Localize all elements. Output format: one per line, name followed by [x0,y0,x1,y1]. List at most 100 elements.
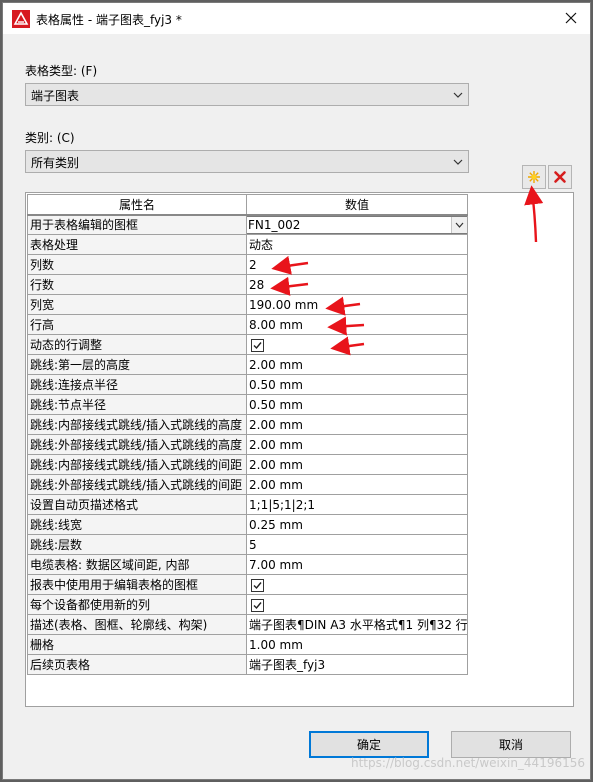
table-row[interactable]: 设置自动页描述格式 1;1|5;1|2;1 [27,494,468,515]
property-name-cell: 列宽 [27,294,247,315]
property-value-cell[interactable]: 190.00 mm [246,294,468,315]
sun-star-icon [528,171,540,183]
table-row[interactable]: 跳线:层数 5 [27,534,468,555]
property-value-cell[interactable]: 2.00 mm [246,454,468,475]
property-value-cell[interactable]: 2.00 mm [246,474,468,495]
table-type-value: 端子图表 [31,89,80,103]
table-row[interactable]: 行高 8.00 mm [27,314,468,335]
table-row[interactable]: 描述(表格、图框、轮廓线、构架) 端子图表¶DIN A3 水平格式¶1 列¶32 … [27,614,468,635]
property-value-cell[interactable]: 端子图表¶DIN A3 水平格式¶1 列¶32 行 [246,614,468,635]
property-name-cell: 栅格 [27,634,247,655]
table-row[interactable]: 跳线:节点半径 0.50 mm [27,394,468,415]
table-row[interactable]: 跳线:连接点半径 0.50 mm [27,374,468,395]
property-name-cell: 用于表格编辑的图框 [27,214,247,235]
property-name-cell: 每个设备都使用新的列 [27,594,247,615]
table-row[interactable]: 列宽 190.00 mm [27,294,468,315]
table-row[interactable]: 栅格 1.00 mm [27,634,468,655]
property-value-cell[interactable]: 0.50 mm [246,394,468,415]
property-value-cell[interactable]: 2 [246,254,468,275]
property-value-dropdown[interactable]: FN1_002 [246,214,468,235]
dropdown-button[interactable] [451,216,467,233]
property-value-cell[interactable]: 8.00 mm [246,314,468,335]
property-value-cell[interactable]: 0.50 mm [246,374,468,395]
property-value-cell[interactable]: 端子图表_fyj3 [246,654,468,675]
column-header-property-name[interactable]: 属性名 [27,194,247,216]
delete-property-button[interactable] [548,165,572,189]
table-row[interactable]: 动态的行调整 [27,334,468,355]
title-bar: 表格属性 - 端子图表_fyj3 * [3,3,590,34]
table-properties-dialog: 表格属性 - 端子图表_fyj3 * 表格类型: (F) 端子图表 类别: (C… [2,2,591,780]
checkmark-icon [253,601,262,609]
table-row[interactable]: 后续页表格 端子图表_fyj3 [27,654,468,675]
cancel-button[interactable]: 取消 [451,731,571,758]
table-row[interactable]: 列数 2 [27,254,468,275]
property-name-cell: 行高 [27,314,247,335]
close-icon [565,12,577,24]
property-value-cell[interactable]: 2.00 mm [246,434,468,455]
checkmark-icon [253,581,262,589]
property-name-cell: 跳线:节点半径 [27,394,247,415]
property-value-cell[interactable]: 2.00 mm [246,414,468,435]
table-row[interactable]: 跳线:外部接线式跳线/插入式跳线的间距 2.00 mm [27,474,468,495]
chevron-down-icon [453,159,463,165]
property-value-cell[interactable]: 0.25 mm [246,514,468,535]
table-row[interactable]: 报表中使用用于编辑表格的图框 [27,574,468,595]
property-name-cell: 行数 [27,274,247,295]
property-name-cell: 跳线:内部接线式跳线/插入式跳线的间距 [27,454,247,475]
column-header-value[interactable]: 数值 [246,194,468,216]
property-name-cell: 设置自动页描述格式 [27,494,247,515]
property-grid: 属性名 数值 用于表格编辑的图框 FN1_002 表格处理 动态 列数 2 行数 28 列宽 19… [25,192,574,707]
red-x-icon [554,171,566,183]
checkbox[interactable] [251,338,264,352]
window-title: 表格属性 - 端子图表_fyj3 * [36,13,182,27]
category-select[interactable]: 所有类别 [25,150,469,173]
ok-button[interactable]: 确定 [309,731,429,758]
checkbox[interactable] [251,598,264,612]
table-row[interactable]: 用于表格编辑的图框 FN1_002 [27,214,468,235]
property-value-cell[interactable]: 5 [246,534,468,555]
table-row[interactable]: 表格处理 动态 [27,234,468,255]
property-name-cell: 动态的行调整 [27,334,247,355]
checkbox[interactable] [251,578,264,592]
table-row[interactable]: 跳线:外部接线式跳线/插入式跳线的高度 2.00 mm [27,434,468,455]
property-name-cell: 跳线:连接点半径 [27,374,247,395]
property-name-cell: 电缆表格: 数据区域间距, 内部 [27,554,247,575]
property-value-cell[interactable]: 1.00 mm [246,634,468,655]
property-name-cell: 跳线:线宽 [27,514,247,535]
checkmark-icon [253,341,262,349]
frame-select[interactable]: FN1_002 [247,215,467,234]
table-row[interactable]: 跳线:第一层的高度 2.00 mm [27,354,468,375]
property-name-cell: 跳线:外部接线式跳线/插入式跳线的高度 [27,434,247,455]
property-value-cell[interactable]: 动态 [246,234,468,255]
table-type-select[interactable]: 端子图表 [25,83,469,106]
property-value-checkbox-cell[interactable] [246,334,468,355]
category-label: 类别: (C) [25,131,75,145]
property-value-cell[interactable]: 1;1|5;1|2;1 [246,494,468,515]
property-name-cell: 跳线:外部接线式跳线/插入式跳线的间距 [27,474,247,495]
property-name-cell: 跳线:内部接线式跳线/插入式跳线的高度 [27,414,247,435]
eplan-app-icon [12,10,30,28]
watermark-text: https://blog.csdn.net/weixin_44196156 [350,756,585,770]
property-name-cell: 报表中使用用于编辑表格的图框 [27,574,247,595]
new-property-button[interactable] [522,165,546,189]
property-name-cell: 跳线:层数 [27,534,247,555]
property-name-cell: 跳线:第一层的高度 [27,354,247,375]
table-row[interactable]: 电缆表格: 数据区域间距, 内部 7.00 mm [27,554,468,575]
property-value-cell[interactable]: 28 [246,274,468,295]
property-value-cell[interactable]: 2.00 mm [246,354,468,375]
frame-select-value: FN1_002 [248,217,301,232]
table-row[interactable]: 每个设备都使用新的列 [27,594,468,615]
chevron-down-icon [453,92,463,98]
close-button[interactable] [560,7,582,29]
table-row[interactable]: 跳线:内部接线式跳线/插入式跳线的高度 2.00 mm [27,414,468,435]
table-row[interactable]: 跳线:内部接线式跳线/插入式跳线的间距 2.00 mm [27,454,468,475]
chevron-down-icon [455,222,464,228]
property-value-checkbox-cell[interactable] [246,574,468,595]
table-type-label: 表格类型: (F) [25,64,98,78]
property-name-cell: 后续页表格 [27,654,247,675]
property-value-cell[interactable]: 7.00 mm [246,554,468,575]
property-table: 属性名 数值 用于表格编辑的图框 FN1_002 表格处理 动态 列数 2 行数 28 列宽 19… [27,194,468,675]
property-value-checkbox-cell[interactable] [246,594,468,615]
table-row[interactable]: 跳线:线宽 0.25 mm [27,514,468,535]
table-row[interactable]: 行数 28 [27,274,468,295]
